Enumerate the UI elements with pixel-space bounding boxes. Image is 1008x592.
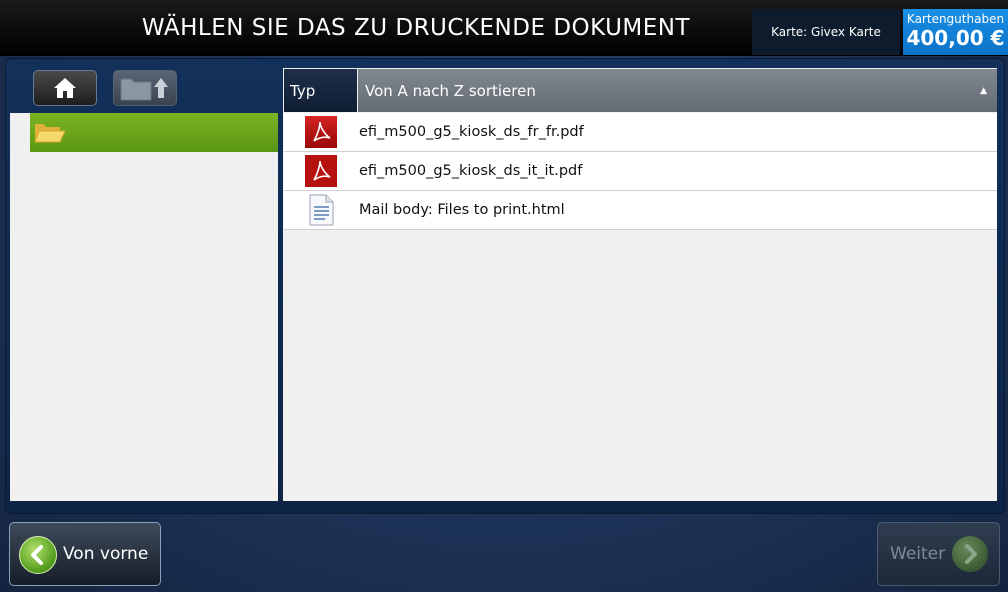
start-over-label: Von vorne	[63, 544, 149, 564]
document-icon	[309, 194, 334, 226]
pdf-icon	[305, 116, 337, 148]
forward-arrow-icon	[952, 536, 988, 572]
folder-up-icon	[120, 78, 168, 101]
sort-ascending-icon: ▲	[980, 86, 987, 96]
folder-open-icon	[34, 124, 66, 143]
card-label: Karte: Givex Karte	[771, 25, 881, 39]
file-name: Mail body: Files to print.html	[359, 202, 565, 218]
file-row[interactable]: efi_m500_g5_kiosk_ds_it_it.pdf	[284, 152, 997, 191]
file-row[interactable]: Mail body: Files to print.html	[284, 191, 997, 230]
folder-up-button[interactable]	[113, 70, 177, 106]
next-button[interactable]: Weiter	[877, 522, 1000, 586]
sort-label: Von A nach Z sortieren	[365, 82, 536, 100]
file-row[interactable]: efi_m500_g5_kiosk_ds_fr_fr.pdf	[284, 113, 997, 152]
home-icon	[54, 78, 76, 98]
next-label: Weiter	[890, 544, 946, 564]
page-title: WÄHLEN SIE DAS ZU DRUCKENDE DOKUMENT	[141, 15, 691, 41]
file-name: efi_m500_g5_kiosk_ds_fr_fr.pdf	[359, 124, 584, 140]
card-balance: Kartenguthaben 400,00 €	[903, 9, 1008, 55]
folder-tree	[10, 113, 278, 501]
balance-label: Kartenguthaben	[906, 12, 1005, 26]
file-name: efi_m500_g5_kiosk_ds_it_it.pdf	[359, 163, 583, 179]
card-info: Karte: Givex Karte	[752, 9, 900, 55]
balance-amount: 400,00 €	[906, 26, 1005, 50]
pdf-icon	[305, 155, 337, 187]
folder-item[interactable]	[30, 113, 278, 152]
start-over-button[interactable]: Von vorne	[9, 522, 161, 586]
column-type-header[interactable]: Typ	[284, 69, 357, 112]
home-button[interactable]	[33, 70, 97, 106]
back-arrow-icon	[19, 536, 57, 574]
sort-header[interactable]: Von A nach Z sortieren ▲	[358, 69, 997, 112]
